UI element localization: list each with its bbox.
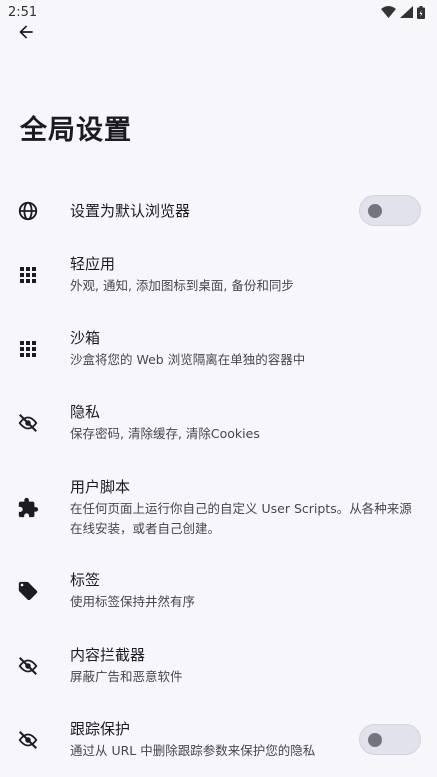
setting-subtitle: 外观, 通知, 添加图标到桌面, 备份和同步: [70, 278, 294, 293]
setting-tracking-protection[interactable]: 跟踪保护 通过从 URL 中删除跟踪参数来保护您的隐私: [0, 719, 437, 763]
tag-icon: [16, 579, 40, 603]
toggle-knob: [368, 204, 382, 218]
eye-off-icon: [16, 411, 40, 435]
setting-subtitle: 通过从 URL 中删除跟踪参数来保护您的隐私: [70, 743, 316, 758]
setting-title: 内容拦截器: [70, 646, 146, 664]
signal-icon: [400, 6, 413, 18]
tracking-protection-toggle[interactable]: [359, 724, 421, 755]
setting-title: 用户脚本: [70, 478, 131, 496]
setting-tags[interactable]: 标签 使用标签保持井然有序: [0, 570, 437, 614]
back-button[interactable]: [10, 18, 42, 46]
puzzle-icon: [16, 496, 40, 520]
setting-default-browser[interactable]: 设置为默认浏览器: [0, 194, 437, 228]
setting-sandbox[interactable]: 沙箱 沙盒将您的 Web 浏览隔离在单独的容器中: [0, 328, 437, 372]
eye-off-icon: [16, 654, 40, 678]
setting-subtitle: 使用标签保持井然有序: [70, 594, 196, 609]
grid-icon: [16, 263, 40, 287]
battery-icon: [417, 5, 425, 19]
status-bar: 2:51: [0, 0, 437, 24]
setting-subtitle: 保存密码, 清除缓存, 清除Cookies: [70, 426, 260, 441]
grid-icon: [16, 337, 40, 361]
setting-user-scripts[interactable]: 用户脚本 在任何页面上运行你自己的自定义 User Scripts。从各种来源在…: [0, 477, 437, 543]
setting-subtitle: 沙盒将您的 Web 浏览隔离在单独的容器中: [70, 352, 306, 367]
eye-off-icon: [16, 728, 40, 752]
globe-icon: [16, 199, 40, 223]
setting-subtitle: 在任何页面上运行你自己的自定义 User Scripts。从各种来源在线安装，或…: [70, 501, 412, 536]
setting-subtitle: 屏蔽广告和恶意软件: [70, 669, 183, 684]
setting-privacy[interactable]: 隐私 保存密码, 清除缓存, 清除Cookies: [0, 402, 437, 446]
setting-title: 隐私: [70, 403, 101, 421]
setting-title: 跟踪保护: [70, 720, 131, 738]
toggle-knob: [368, 733, 382, 747]
wifi-icon: [381, 6, 396, 18]
setting-title: 标签: [70, 571, 101, 589]
setting-light-apps[interactable]: 轻应用 外观, 通知, 添加图标到桌面, 备份和同步: [0, 254, 437, 298]
setting-title: 沙箱: [70, 329, 101, 347]
page-title: 全局设置: [20, 115, 132, 146]
setting-content-blocker[interactable]: 内容拦截器 屏蔽广告和恶意软件: [0, 645, 437, 689]
setting-title: 轻应用: [70, 255, 116, 273]
default-browser-toggle[interactable]: [359, 195, 421, 226]
arrow-left-icon: [19, 25, 33, 39]
status-icons: [381, 5, 425, 19]
